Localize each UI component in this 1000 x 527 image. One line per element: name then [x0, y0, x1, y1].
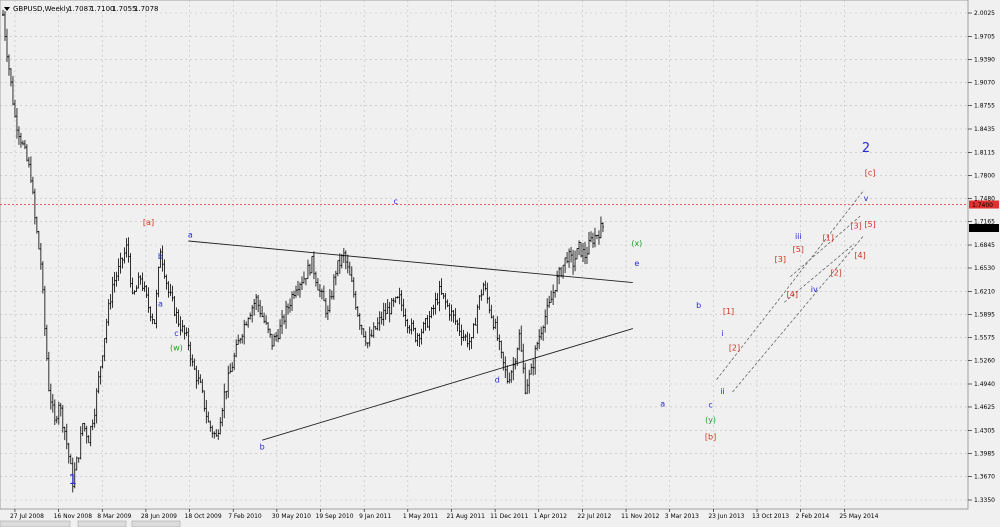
wave-label: i	[721, 329, 723, 338]
wave-label: iii	[795, 232, 802, 241]
x-tick-label: 8 Mar 2009	[97, 513, 131, 520]
wave-label: b	[158, 252, 163, 261]
wave-label: a	[188, 230, 193, 239]
y-tick-label: 1.3985	[974, 451, 995, 458]
wave-label: 1	[69, 473, 77, 488]
wave-label: (y)	[705, 416, 716, 425]
wave-label: [5]	[793, 245, 804, 254]
ohlc-close: 1.7078	[134, 5, 159, 13]
x-tick-label: 9 Jan 2011	[359, 513, 391, 520]
symbol-label: GBPUSD,Weekly	[13, 5, 70, 13]
wave-label: a	[158, 300, 163, 309]
x-tick-label: 2 Feb 2014	[796, 513, 830, 520]
y-tick-label: 1.6210	[974, 288, 995, 295]
y-tick-label: 1.9705	[974, 33, 995, 40]
wave-label: (x)	[631, 239, 642, 248]
x-tick-label: 1 May 2011	[403, 513, 438, 520]
x-tick-label: 25 May 2014	[839, 513, 878, 520]
last-price-tag-label: 1.7078	[972, 226, 993, 233]
wave-label: v	[864, 194, 869, 203]
y-tick-label: 1.5575	[974, 335, 995, 342]
wave-label: [2]	[729, 343, 740, 352]
wave-label: c	[393, 197, 397, 206]
ohlc-low: 1.7055	[112, 5, 137, 13]
x-tick-label: 19 Sep 2010	[316, 513, 354, 520]
y-tick-label: 1.7800	[974, 172, 995, 179]
wave-label: [1]	[723, 307, 734, 316]
y-tick-label: 1.6845	[974, 242, 995, 249]
y-tick-label: 1.6530	[974, 265, 995, 272]
y-tick-label: 1.5260	[974, 358, 995, 365]
y-tick-label: 2.0025	[974, 10, 995, 17]
wave-label: b	[260, 443, 265, 452]
x-tick-label: 13 Oct 2013	[752, 513, 789, 520]
x-tick-label: 11 Nov 2012	[621, 513, 660, 520]
wave-label: a	[660, 400, 665, 409]
wave-label: e	[634, 259, 639, 268]
wave-label: [a]	[143, 218, 154, 227]
ohlc-high: 1.7100	[90, 5, 115, 13]
x-tick-label: 16 Nov 2008	[54, 513, 93, 520]
x-tick-label: 11 Dec 2011	[490, 513, 529, 520]
ohlc-open: 1.7087	[68, 5, 93, 13]
y-tick-label: 1.3350	[974, 497, 995, 504]
wave-label: iv	[811, 285, 818, 294]
wave-label: [c]	[865, 168, 876, 177]
price-chart[interactable]: 1[a]bac(w)abcd(x)eabc(y)[b]iii[1][2][3][…	[0, 0, 1000, 527]
wave-label: [4]	[854, 251, 865, 260]
x-tick-label: 3 Mar 2013	[665, 513, 699, 520]
x-tick-label: 22 Jul 2012	[577, 513, 611, 520]
wave-label: b	[696, 301, 701, 310]
wave-label: [1]	[823, 233, 834, 242]
y-tick-label: 1.5895	[974, 311, 995, 318]
chart-tab[interactable]	[77, 520, 127, 527]
chart-tabs-strip	[0, 520, 181, 527]
wave-label: [2]	[830, 268, 841, 277]
y-tick-label: 1.4940	[974, 381, 995, 388]
y-tick-label: 1.9070	[974, 80, 995, 87]
y-tick-label: 1.8435	[974, 126, 995, 133]
wave-label: [4]	[787, 290, 798, 299]
y-tick-label: 1.8755	[974, 103, 995, 110]
y-tick-label: 1.8115	[974, 149, 995, 156]
y-tick-label: 1.4305	[974, 427, 995, 434]
x-tick-label: 18 Oct 2009	[185, 513, 222, 520]
x-tick-label: 27 Jul 2008	[10, 513, 44, 520]
wave-label: d	[495, 376, 500, 385]
wave-label: [5]	[864, 220, 875, 229]
wave-label: (w)	[170, 343, 183, 352]
y-tick-label: 1.9390	[974, 56, 995, 63]
x-tick-label: 28 Jun 2009	[141, 513, 177, 520]
x-tick-label: 7 Feb 2010	[228, 513, 262, 520]
x-tick-label: 1 Apr 2012	[534, 513, 567, 520]
x-tick-label: 30 May 2010	[272, 513, 311, 520]
wave-label: c	[708, 400, 712, 409]
level-price-tag-label: 1.7400	[972, 202, 993, 209]
wave-label: [3]	[775, 255, 786, 264]
chart-tab[interactable]	[0, 520, 71, 527]
chart-header: GBPUSD,Weekly 1.7087 1.7100 1.7055 1.707…	[4, 5, 159, 13]
wave-label: ii	[720, 387, 724, 396]
y-tick-label: 1.3670	[974, 474, 995, 481]
wave-label: [3]	[850, 222, 861, 231]
x-tick-label: 21 Aug 2011	[446, 513, 485, 520]
wave-label: [b]	[705, 432, 716, 441]
y-tick-label: 1.4625	[974, 404, 995, 411]
wave-label: 2	[862, 141, 870, 156]
x-tick-label: 23 Jun 2013	[708, 513, 744, 520]
wave-label: c	[174, 329, 178, 338]
plot-area[interactable]	[0, 0, 969, 510]
chart-tab[interactable]	[131, 520, 181, 527]
